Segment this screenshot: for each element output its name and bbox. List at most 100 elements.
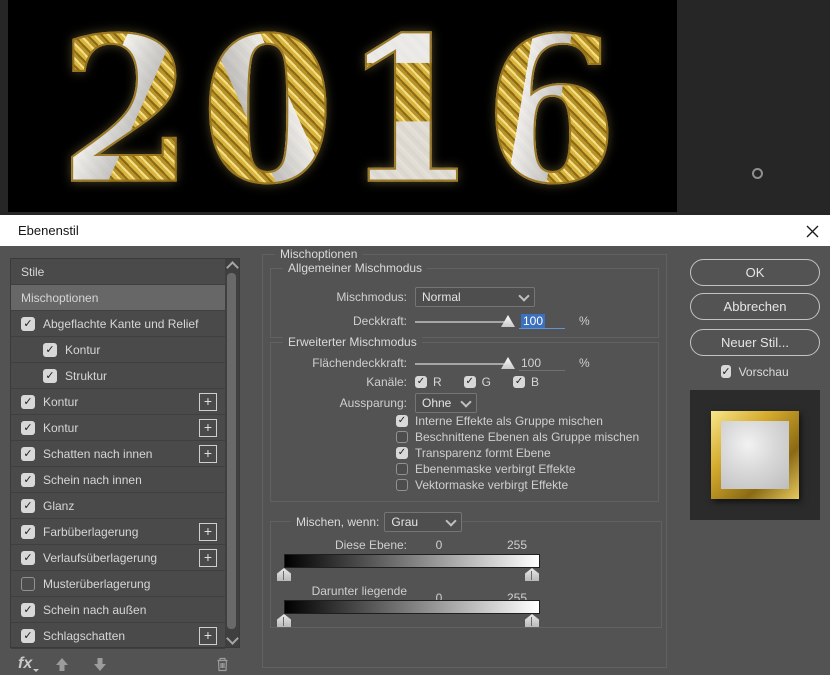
knockout-label: Aussparung: [279,396,407,410]
move-effect-down-button[interactable] [92,657,108,672]
sidebar-item-label: Kontur [65,343,100,357]
add-effect-instance-icon[interactable]: + [199,393,217,411]
channel-checkbox-b[interactable]: ✓ [513,376,525,388]
add-effect-instance-icon[interactable]: + [199,445,217,463]
option-vektormaske-verbirgt-effekte[interactable]: Vektormaske verbirgt Effekte [396,477,639,492]
channel-checkbox-group: ✓R✓G✓B [415,375,561,389]
preview-checkbox[interactable]: ✓ [721,365,730,378]
sidebar-item-verlaufs-berlagerung[interactable]: ✓Verlaufsüberlagerung+ [11,545,225,571]
sidebar-scrollbar[interactable] [225,259,239,647]
sidebar-item-muster-berlagerung[interactable]: Musterüberlagerung [11,571,225,597]
sidebar-item-stile[interactable]: Stile [11,259,225,285]
dialog-titlebar: Ebenenstil [0,215,830,246]
year-digit-2: 2 [59,10,201,212]
workspace-ring-icon [752,168,763,179]
add-effect-instance-icon[interactable]: + [199,627,217,645]
option-beschnittene-ebenen-als-gruppe-mischen[interactable]: Beschnittene Ebenen als Gruppe mischen [396,429,639,444]
effect-checkbox[interactable]: ✓ [21,447,35,461]
sidebar-item-label: Mischoptionen [21,291,98,305]
sidebar-item-kontur[interactable]: ✓Kontur+ [11,389,225,415]
ok-button[interactable]: OK [690,259,820,286]
this-layer-gradient-bar[interactable] [284,554,540,568]
channel-checkbox-g[interactable]: ✓ [464,376,476,388]
scrollbar-thumb[interactable] [227,273,236,629]
option-transparenz-formt-ebene[interactable]: ✓Transparenz formt Ebene [396,445,639,460]
channel-g: ✓G [464,375,491,389]
sidebar-item-schein-nach-au-en[interactable]: ✓ Schein nach außen [11,597,225,623]
sidebar-item-kontur-sub[interactable]: ✓ Kontur [11,337,225,363]
dialog-title: Ebenenstil [18,215,79,246]
opacity-value-field[interactable]: 100 [519,314,565,329]
new-style-button[interactable]: Neuer Stil... [690,329,820,356]
option-checkbox[interactable] [396,431,408,443]
sidebar-item-label: Struktur [65,369,107,383]
effect-checkbox[interactable]: ✓ [21,603,35,617]
fill-opacity-value-field[interactable]: 100 [519,356,565,371]
this-layer-max: 255 [487,538,547,552]
effect-checkbox[interactable]: ✓ [21,499,35,513]
option-interne-effekte-als-gruppe-mischen[interactable]: ✓ Interne Effekte als Gruppe mischen [396,413,639,428]
sidebar-item-schein-nach-innen[interactable]: ✓Schein nach innen [11,467,225,493]
style-preview-thumbnail [690,390,820,520]
option-checkbox[interactable] [396,463,408,475]
sidebar-item-schlagschatten[interactable]: ✓Schlagschatten+ [11,623,225,649]
fill-opacity-label: Flächendeckkraft: [279,356,407,370]
knockout-dropdown[interactable]: Ohne [415,393,477,413]
effect-checkbox[interactable]: ✓ [21,317,35,331]
underlying-white-handle[interactable] [525,614,539,627]
option-ebenenmaske-verbirgt-effekte[interactable]: Ebenenmaske verbirgt Effekte [396,461,639,476]
chevron-down-icon [518,290,529,301]
blend-if-dropdown[interactable]: Grau [384,512,462,532]
sidebar-item-abgeflachte-kante-und-relief[interactable]: ✓Abgeflachte Kante und Relief [11,311,225,337]
add-effect-instance-icon[interactable]: + [199,549,217,567]
general-blending-legend: Allgemeiner Mischmodus [283,261,427,275]
option-label: Interne Effekte als Gruppe mischen [415,414,603,428]
this-layer-black-handle[interactable] [277,568,291,581]
opacity-slider[interactable] [415,313,511,329]
sidebar-item-mischoptionen[interactable]: Mischoptionen [11,285,225,311]
option-checkbox[interactable]: ✓ [396,415,408,427]
option-checkbox[interactable] [396,479,408,491]
sidebar-item-struktur-sub[interactable]: ✓ Struktur [11,363,225,389]
styles-list: Stile Mischoptionen ✓Abgeflachte Kante und… [11,259,225,647]
effect-checkbox[interactable]: ✓ [21,629,35,643]
scroll-up-icon[interactable] [226,261,239,274]
effect-checkbox[interactable]: ✓ [21,473,35,487]
blend-mode-dropdown[interactable]: Normal [415,287,535,307]
this-layer-white-handle[interactable] [525,568,539,581]
sidebar-item-label: Glanz [43,499,74,513]
delete-effect-button[interactable] [215,656,230,672]
sidebar-item-glanz[interactable]: ✓ Glanz [11,493,225,519]
blend-mode-label: Mischmodus: [279,290,407,304]
fx-menu-button[interactable]: fx [18,655,32,673]
effect-checkbox[interactable]: ✓ [43,369,57,383]
cancel-button[interactable]: Abbrechen [690,293,820,320]
sidebar-item-farb-berlagerung[interactable]: ✓Farbüberlagerung+ [11,519,225,545]
effect-checkbox[interactable] [21,577,35,591]
this-layer-min: 0 [419,538,459,552]
add-effect-instance-icon[interactable]: + [199,523,217,541]
effect-checkbox[interactable]: ✓ [43,343,57,357]
underlying-layer-gradient-bar[interactable] [284,600,540,614]
effect-checkbox[interactable]: ✓ [21,395,35,409]
channel-checkbox-r[interactable]: ✓ [415,376,427,388]
preview-label: Vorschau [739,365,789,379]
fill-opacity-slider[interactable] [415,355,511,371]
photoshop-workspace: 2016 Ebenenstil Stile Mischoptionen ✓Abgef… [0,0,830,675]
option-checkbox[interactable]: ✓ [396,447,408,459]
effect-checkbox[interactable]: ✓ [21,525,35,539]
scroll-down-icon[interactable] [226,632,239,645]
close-icon[interactable] [800,219,824,243]
underlying-black-handle[interactable] [277,614,291,627]
sidebar-item-label: Schein nach außen [43,603,146,617]
add-effect-instance-icon[interactable]: + [199,419,217,437]
sidebar-item-kontur[interactable]: ✓Kontur+ [11,415,225,441]
blend-if-group: Mischen, wenn: Grau Diese Ebene: 0 255 D… [270,521,662,628]
document-canvas: 2016 [8,0,677,212]
effect-checkbox[interactable]: ✓ [21,551,35,565]
blend-if-legend: Mischen, wenn: [291,515,384,529]
effect-checkbox[interactable]: ✓ [21,421,35,435]
sidebar-item-schatten-nach-innen[interactable]: ✓Schatten nach innen+ [11,441,225,467]
year-digit-1: 1 [343,10,485,212]
move-effect-up-button[interactable] [54,657,70,672]
